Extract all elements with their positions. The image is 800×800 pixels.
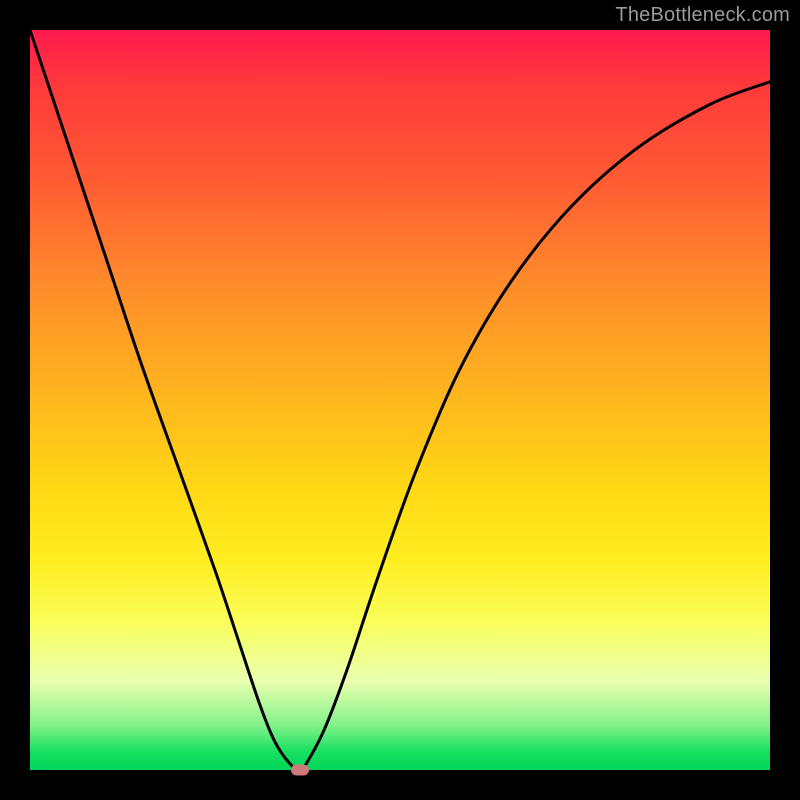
chart-frame: TheBottleneck.com [0,0,800,800]
watermark-text: TheBottleneck.com [615,4,790,27]
plot-area [30,30,770,770]
minimum-marker [291,765,309,776]
bottleneck-curve [30,30,770,770]
